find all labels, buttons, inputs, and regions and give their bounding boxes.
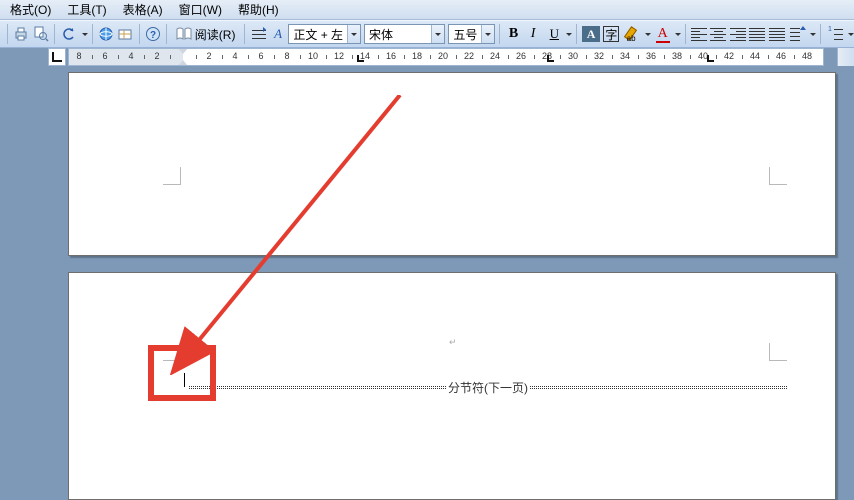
font-combo[interactable]: 宋体	[364, 24, 445, 44]
ruler-label: 4	[128, 51, 133, 61]
distributed-button[interactable]	[768, 23, 787, 45]
tab-selector[interactable]	[48, 48, 66, 66]
char-shading-button[interactable]: A	[581, 23, 601, 45]
ruler-label: 4	[232, 51, 237, 61]
ruler-label: 10	[308, 51, 318, 61]
menu-tools[interactable]: 工具(T)	[59, 0, 114, 20]
highlight-button[interactable]	[622, 23, 651, 45]
undo-button[interactable]	[59, 23, 88, 45]
ruler-label: 32	[594, 51, 604, 61]
print-icon[interactable]	[12, 23, 31, 45]
ruler-label: 20	[438, 51, 448, 61]
style-combo[interactable]: 正文 + 左	[288, 24, 361, 44]
ruler-label: 2	[154, 51, 159, 61]
ruler-label: 34	[620, 51, 630, 61]
hyperlink-icon[interactable]	[97, 23, 116, 45]
ruler-label: 30	[568, 51, 578, 61]
styles-icon[interactable]: A	[269, 23, 288, 45]
menu-help[interactable]: 帮助(H)	[230, 0, 287, 20]
ruler-label: 18	[412, 51, 422, 61]
align-right-button[interactable]	[729, 23, 748, 45]
line-spacing-button[interactable]	[787, 23, 816, 45]
ruler-label: 8	[284, 51, 289, 61]
ruler-label: 6	[102, 51, 107, 61]
ruler-label: 38	[672, 51, 682, 61]
menu-table[interactable]: 表格(A)	[115, 0, 171, 20]
section-break-line: 分节符(下一页)	[189, 379, 787, 396]
align-left-button[interactable]	[690, 23, 709, 45]
menu-format[interactable]: 格式(O)	[2, 0, 59, 20]
numbering-button[interactable]	[825, 23, 854, 45]
menu-window[interactable]: 窗口(W)	[171, 0, 230, 20]
menu-bar: 格式(O) 工具(T) 表格(A) 窗口(W) 帮助(H)	[0, 0, 854, 20]
svg-text:?: ?	[150, 30, 156, 41]
horizontal-ruler[interactable]: 8642246810121416182022242628303234363840…	[68, 48, 824, 66]
ruler-label: 36	[646, 51, 656, 61]
toolbar: ? 阅读(R) A 正文 + 左 宋体 五号 B I U A 字 A	[0, 20, 854, 48]
align-center-button[interactable]	[709, 23, 728, 45]
paragraph-mark-icon: ↵	[449, 337, 457, 348]
print-preview-icon[interactable]	[31, 23, 50, 45]
ruler-label: 22	[464, 51, 474, 61]
ruler-label: 44	[750, 51, 760, 61]
ruler-label: 24	[490, 51, 500, 61]
ruler-label: 12	[334, 51, 344, 61]
ruler-label: 46	[776, 51, 786, 61]
font-size-combo[interactable]: 五号	[448, 24, 495, 44]
underline-button[interactable]: U	[543, 23, 572, 45]
font-color-button[interactable]: A	[652, 23, 681, 45]
italic-button[interactable]: I	[524, 23, 543, 45]
page-1[interactable]	[68, 72, 836, 256]
justify-button[interactable]	[748, 23, 767, 45]
ruler-label: 16	[386, 51, 396, 61]
ruler-label: 6	[258, 51, 263, 61]
ruler-label: 26	[516, 51, 526, 61]
tables-borders-icon[interactable]	[116, 23, 135, 45]
bold-button[interactable]: B	[504, 23, 523, 45]
ruler-label: 8	[76, 51, 81, 61]
annotation-highlight-box	[148, 345, 216, 401]
char-border-button[interactable]: 字	[602, 23, 621, 45]
ruler-label: 2	[206, 51, 211, 61]
help-icon[interactable]: ?	[143, 23, 162, 45]
ruler-label: 48	[802, 51, 812, 61]
ruler-label: 42	[724, 51, 734, 61]
reading-view-button[interactable]: 阅读(R)	[171, 23, 241, 45]
paragraph-mark-icon[interactable]	[249, 23, 268, 45]
